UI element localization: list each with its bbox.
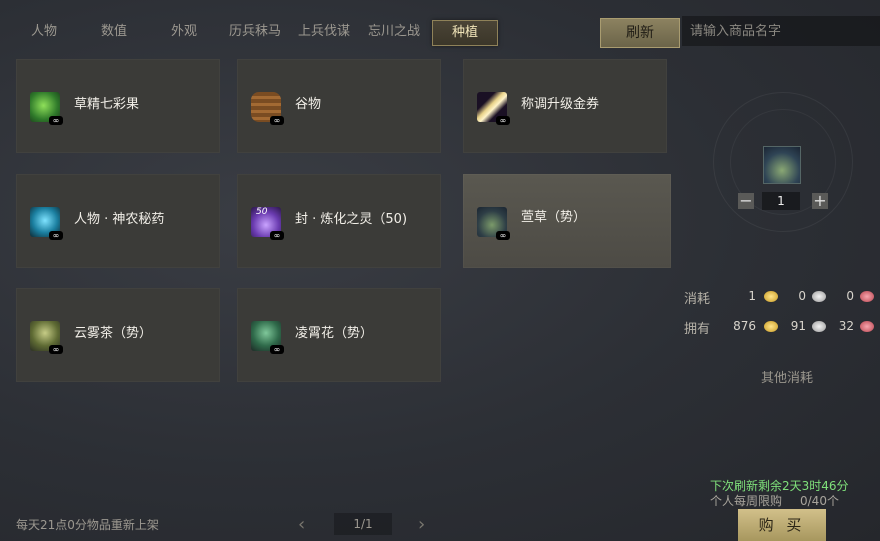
item-name: 称调升级金券 — [521, 97, 600, 112]
red-coin-icon — [860, 291, 874, 302]
item-name: 封 · 炼化之灵（50) — [295, 212, 408, 227]
own-gold-value: 876 — [733, 319, 756, 333]
silver-coin-icon — [812, 321, 826, 332]
blue-potion-icon: ∞ — [30, 207, 63, 240]
cost-label: 消耗 — [684, 292, 711, 307]
red-coin-icon — [860, 321, 874, 332]
tab-wangchuan-battle[interactable]: 忘川之战 — [362, 20, 426, 44]
silver-coin-icon — [812, 291, 826, 302]
other-cost-link[interactable]: 其他消耗 — [761, 367, 813, 386]
cost-silver-value: 0 — [798, 289, 806, 303]
purple-spirit-icon: 50 ∞ — [251, 207, 284, 240]
item-card[interactable]: ∞ 人物 · 神农秘药 — [16, 174, 220, 268]
own-silver-value: 91 — [790, 319, 806, 333]
item-card[interactable]: ∞ 草精七彩果 — [16, 59, 220, 153]
buy-button[interactable]: 购 买 — [738, 509, 826, 541]
infinite-icon: ∞ — [49, 231, 63, 240]
item-card-selected[interactable]: ∞ 萱草（势） — [463, 174, 671, 268]
next-page-button[interactable]: › — [418, 514, 425, 535]
item-name: 人物 · 神农秘药 — [74, 212, 165, 227]
daylily-grass-icon — [763, 146, 801, 184]
infinite-icon: ∞ — [49, 345, 63, 354]
item-name: 萱草（势） — [521, 210, 587, 225]
infinite-icon: ∞ — [49, 116, 63, 125]
restock-note: 每天21点0分物品重新上架 — [16, 518, 159, 532]
tab-planting[interactable]: 种植 — [432, 20, 498, 46]
trumpet-vine-icon: ∞ — [251, 321, 284, 354]
tab-stats[interactable]: 数值 — [88, 20, 140, 44]
infinite-icon: ∞ — [496, 116, 510, 125]
item-card[interactable]: 50 ∞ 封 · 炼化之灵（50) — [237, 174, 441, 268]
item-card[interactable]: ∞ 称调升级金券 — [463, 59, 667, 153]
tab-appearance[interactable]: 外观 — [158, 20, 210, 44]
item-name: 云雾茶（势） — [74, 326, 153, 341]
cost-red-value: 0 — [846, 289, 854, 303]
prev-page-button[interactable]: ‹ — [298, 514, 305, 535]
quantity-badge: 50 — [256, 207, 268, 217]
gold-coin-icon — [764, 291, 778, 302]
search-input[interactable] — [682, 16, 880, 46]
weekly-limit-label: 个人每周限购 — [710, 494, 783, 508]
item-card[interactable]: ∞ 云雾茶（势） — [16, 288, 220, 382]
infinite-icon: ∞ — [496, 231, 510, 240]
refresh-button[interactable]: 刷新 — [600, 18, 680, 48]
item-name: 谷物 — [295, 97, 322, 112]
item-card[interactable]: ∞ 谷物 — [237, 59, 441, 153]
weekly-limit-value: 0/40个 — [800, 494, 839, 508]
tab-character[interactable]: 人物 — [18, 20, 70, 44]
green-fruit-icon: ∞ — [30, 92, 63, 125]
tab-shangbingfamou[interactable]: 上兵伐谋 — [292, 20, 356, 44]
daylily-grass-icon: ∞ — [477, 207, 510, 240]
tea-bush-icon: ∞ — [30, 321, 63, 354]
grain-bale-icon: ∞ — [251, 92, 284, 125]
decrease-quantity-button[interactable]: − — [738, 193, 754, 209]
item-name: 凌霄花（势） — [295, 326, 374, 341]
item-name: 草精七彩果 — [74, 97, 140, 112]
infinite-icon: ∞ — [270, 345, 284, 354]
increase-quantity-button[interactable]: + — [812, 193, 828, 209]
own-label: 拥有 — [684, 322, 711, 337]
infinite-icon: ∞ — [270, 116, 284, 125]
own-red-value: 32 — [838, 319, 854, 333]
page-indicator: 1/1 — [334, 513, 392, 535]
gold-coin-icon — [764, 321, 778, 332]
cost-gold-value: 1 — [748, 289, 756, 303]
tab-libingmoma[interactable]: 历兵秣马 — [222, 20, 288, 44]
infinite-icon: ∞ — [270, 231, 284, 240]
quantity-field[interactable]: 1 — [762, 192, 800, 210]
gold-ticket-icon: ∞ — [477, 92, 510, 125]
item-card[interactable]: ∞ 凌霄花（势） — [237, 288, 441, 382]
